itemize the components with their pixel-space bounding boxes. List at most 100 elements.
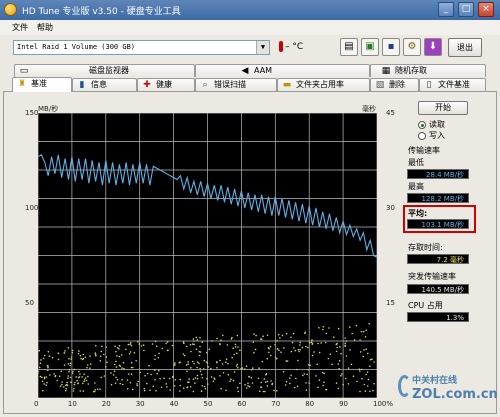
- access-time-point: [323, 381, 325, 384]
- access-time-point: [291, 341, 294, 344]
- drive-select[interactable]: Intel Raid 1 Volume (300 GB) ▼: [13, 40, 270, 55]
- access-time-point: [204, 388, 207, 390]
- temperature-value: – °C: [285, 42, 304, 52]
- access-time-point: [68, 371, 70, 373]
- x-tick: 10: [67, 400, 77, 408]
- access-time-point: [237, 346, 239, 348]
- max-label: 最高: [408, 182, 424, 191]
- access-time-point: [79, 390, 81, 392]
- close-icon[interactable]: ×: [478, 2, 494, 17]
- window-title: HD Tune 专业版 v3.50 - 硬盘专业工具: [22, 7, 181, 17]
- access-time-point: [365, 329, 368, 331]
- access-time-point: [232, 379, 235, 382]
- access-time-point: [94, 352, 97, 354]
- access-time-point: [63, 352, 65, 354]
- access-time-point: [115, 366, 118, 368]
- access-time-point: [158, 370, 160, 372]
- x-tick: 20: [101, 400, 111, 408]
- access-time-point: [82, 353, 85, 356]
- access-time-point: [95, 355, 97, 357]
- tab-folder-usage[interactable]: ▬ 文件夹占用率: [277, 78, 370, 91]
- access-time-point: [42, 357, 45, 360]
- minimize-icon[interactable]: _: [438, 2, 454, 17]
- access-time-point: [81, 376, 83, 378]
- access-time-point: [352, 375, 355, 378]
- thermometer-icon: [279, 41, 283, 52]
- access-time-point: [276, 357, 278, 360]
- access-time-point: [305, 382, 307, 384]
- tab-disk-monitor[interactable]: ▭ 磁盘监视器: [14, 64, 195, 77]
- access-time-point: [187, 361, 189, 363]
- access-time-point: [77, 352, 80, 355]
- access-time-point: [156, 372, 158, 375]
- menu-help[interactable]: 帮助: [37, 22, 53, 33]
- access-time-point: [237, 390, 240, 393]
- access-time-point: [39, 375, 42, 378]
- access-time-point: [367, 378, 370, 381]
- access-time-point: [113, 370, 116, 373]
- access-time-point: [194, 377, 197, 379]
- tab-benchmark[interactable]: ♜ 基准: [12, 77, 72, 92]
- access-time-point: [210, 376, 213, 378]
- chevron-down-icon[interactable]: ▼: [256, 41, 269, 54]
- access-time-point: [132, 388, 134, 391]
- tab-erase[interactable]: ▧ 删除: [370, 78, 419, 91]
- access-time-point: [119, 382, 121, 385]
- radio-write[interactable]: 写入: [418, 130, 445, 141]
- copy-screenshot-icon[interactable]: ▣: [361, 38, 379, 56]
- access-time-point: [186, 386, 189, 388]
- access-time-point: [307, 369, 310, 371]
- access-time-point: [114, 382, 117, 385]
- access-time-point: [199, 351, 202, 353]
- access-time-point: [136, 383, 138, 385]
- tab-info[interactable]: ▮ 信息: [72, 78, 137, 91]
- access-time-point: [123, 367, 125, 370]
- access-time-point: [349, 326, 351, 328]
- access-time-point: [283, 347, 285, 349]
- access-time-point: [214, 378, 216, 380]
- access-time-point: [84, 377, 87, 379]
- access-time-point: [73, 368, 76, 371]
- tab-error-scan[interactable]: ⌕ 错误扫描: [195, 78, 277, 91]
- access-time-point: [112, 374, 115, 376]
- access-time-point: [299, 341, 302, 344]
- radio-read-dot[interactable]: [418, 120, 426, 129]
- access-time-point: [130, 366, 133, 369]
- access-time-point: [344, 377, 347, 380]
- maximize-icon[interactable]: □: [458, 2, 474, 17]
- access-time-point: [153, 369, 156, 372]
- tab-random-access[interactable]: ▦ 随机存取: [370, 64, 486, 77]
- access-time-point: [202, 368, 205, 370]
- access-time-point: [155, 389, 157, 392]
- access-time-point: [282, 371, 285, 373]
- access-time-point: [154, 358, 156, 361]
- benchmark-icon: ♜: [17, 79, 27, 89]
- menu-file[interactable]: 文件: [12, 22, 28, 33]
- tab-health[interactable]: ✚ 健康: [137, 78, 195, 91]
- title-bar[interactable]: HD Tune 专业版 v3.50 - 硬盘专业工具 _ □ ×: [0, 0, 500, 20]
- access-time-point: [341, 373, 343, 375]
- access-time-point: [261, 360, 264, 363]
- access-time-point: [179, 378, 181, 381]
- access-time-point: [87, 383, 90, 385]
- cpu-usage-label: CPU 占用: [408, 301, 443, 310]
- start-button[interactable]: 开始: [418, 101, 468, 115]
- radio-read[interactable]: 读取: [418, 119, 445, 130]
- access-time-point: [188, 378, 190, 380]
- copy-text-icon[interactable]: ▤: [340, 38, 358, 56]
- access-time-point: [222, 372, 225, 374]
- radio-write-dot[interactable]: [418, 131, 426, 140]
- access-time-point: [130, 344, 133, 347]
- tab-file-benchmark[interactable]: ▯ 文件基准: [419, 78, 486, 91]
- access-time-point: [240, 367, 242, 370]
- access-time-point: [373, 382, 375, 385]
- down-arrow-icon[interactable]: ⬇: [424, 38, 442, 56]
- access-time-point: [166, 341, 169, 343]
- options-icon[interactable]: ⚙: [403, 38, 421, 56]
- access-time-point: [244, 368, 246, 370]
- x-tick: 50: [203, 400, 213, 408]
- tab-aam[interactable]: ◀ AAM: [195, 64, 370, 77]
- save-icon[interactable]: ▪: [382, 38, 400, 56]
- exit-button[interactable]: 退出: [448, 38, 482, 57]
- access-time-point: [68, 357, 70, 360]
